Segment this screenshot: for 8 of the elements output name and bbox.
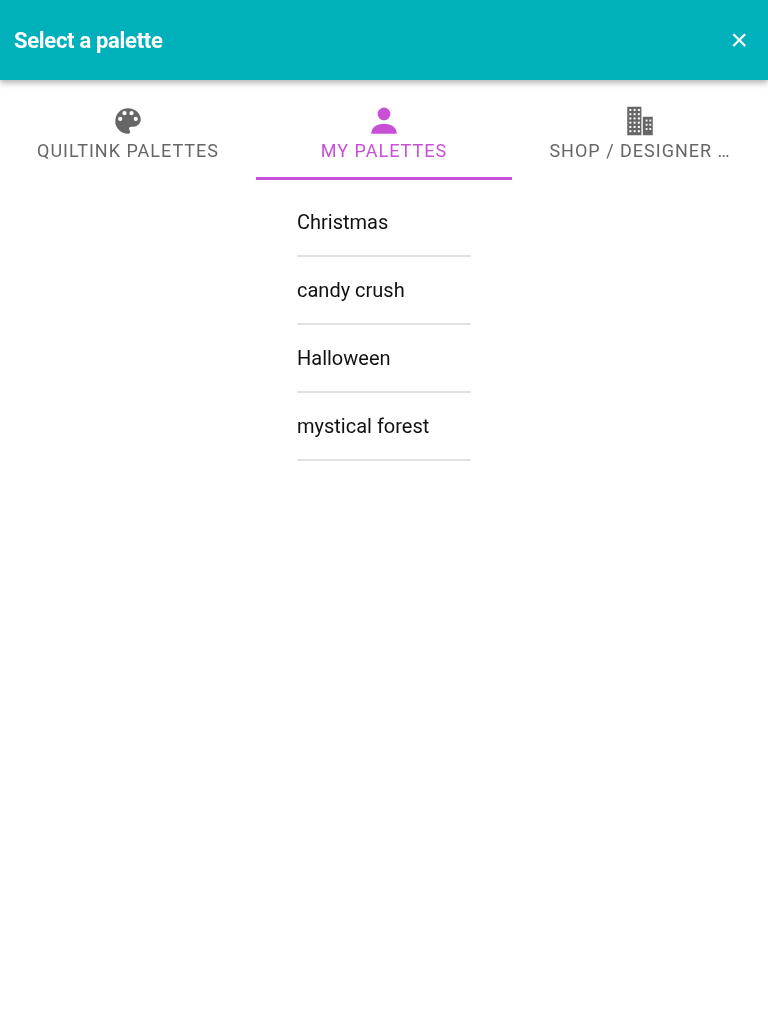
palette-item[interactable]: candy crush xyxy=(297,257,471,325)
palette-item[interactable]: Halloween xyxy=(297,325,471,393)
palette-item[interactable]: Christmas xyxy=(297,189,471,257)
tab[interactable]: MY PALETTES xyxy=(256,80,512,180)
palette-item[interactable]: mystical forest xyxy=(297,393,471,461)
tab[interactable]: SHOP / DESIGNER … xyxy=(512,80,768,180)
dialog-title: Select a palette xyxy=(14,27,163,53)
tab[interactable]: QUILTINK PALETTES xyxy=(0,80,256,180)
